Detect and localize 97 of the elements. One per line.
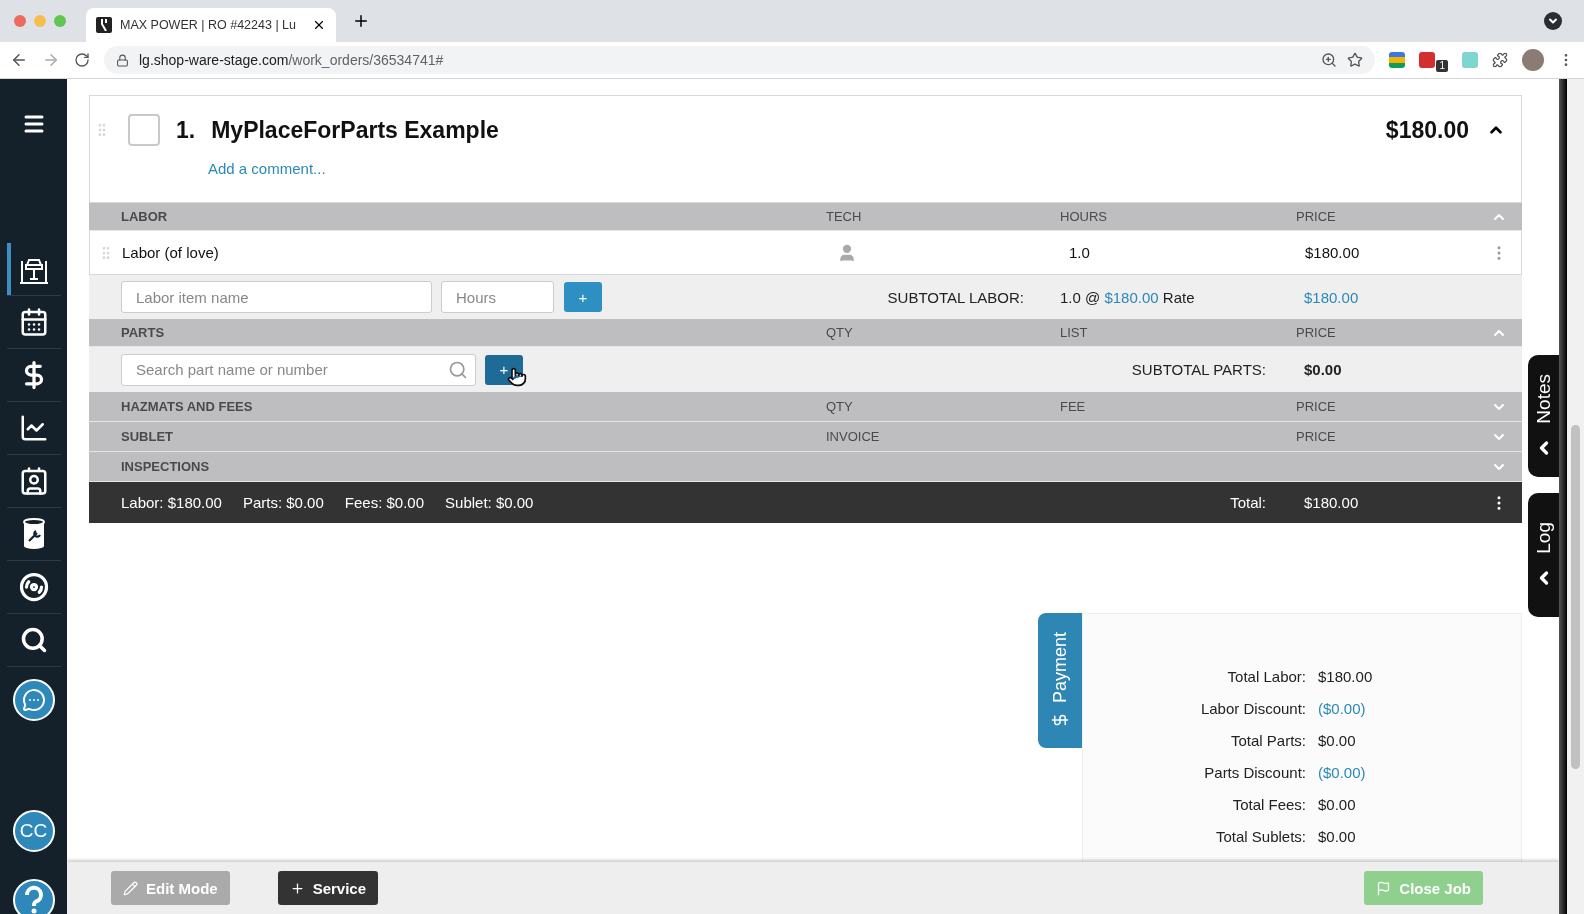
section-header[interactable]: SUBLET INVOICE PRICE bbox=[89, 422, 1522, 452]
rate-link[interactable]: $180.00 bbox=[1104, 288, 1159, 306]
add-service-button[interactable]: Service bbox=[277, 871, 379, 905]
payment-label: Parts Discount: bbox=[1203, 763, 1306, 781]
add-comment-link[interactable]: Add a comment... bbox=[208, 160, 326, 177]
hand-cursor-icon bbox=[507, 366, 527, 387]
subtotal-parts-label: SUBTOTAL PARTS: bbox=[1130, 361, 1267, 378]
labor-hours: 1.0 bbox=[1068, 244, 1091, 261]
section-header[interactable]: HAZMATS AND FEES QTY FEE PRICE bbox=[89, 392, 1522, 422]
close-window-dot[interactable] bbox=[14, 15, 26, 27]
side-panel-tab[interactable]: Notes bbox=[1528, 355, 1559, 477]
minimize-window-dot[interactable] bbox=[34, 15, 46, 27]
column-header: PRICE bbox=[1296, 209, 1337, 224]
side-panel-tab[interactable]: Log bbox=[1528, 493, 1559, 617]
search-icon bbox=[448, 359, 468, 380]
service-price: $180.00 bbox=[1385, 116, 1469, 144]
help-icon[interactable] bbox=[11, 878, 56, 914]
service-number: 1. bbox=[176, 116, 196, 144]
contact-card-icon bbox=[18, 466, 49, 496]
subtotal-parts-value: $0.00 bbox=[1303, 361, 1343, 378]
column-header: HOURS bbox=[1060, 209, 1108, 224]
total-item: Labor: $180.00 bbox=[121, 494, 222, 511]
tab-search-icon[interactable] bbox=[1544, 12, 1562, 30]
new-tab-icon[interactable] bbox=[352, 12, 370, 30]
total-label: Total: bbox=[1229, 494, 1267, 511]
section-title: PARTS bbox=[121, 325, 166, 340]
column-header: INVOICE bbox=[826, 429, 881, 444]
payment-label: Total Sublets: bbox=[1214, 827, 1306, 845]
add-labor-button[interactable]: + bbox=[564, 282, 602, 312]
column-header: PRICE bbox=[1296, 429, 1337, 444]
search-icon bbox=[19, 626, 48, 654]
service-checkbox[interactable] bbox=[128, 114, 160, 146]
payment-label: Labor Discount: bbox=[1199, 699, 1306, 717]
extensions-puzzle-icon[interactable] bbox=[1492, 52, 1508, 68]
payment-tab[interactable]: Payment bbox=[1038, 613, 1082, 748]
bookmark-star-icon[interactable] bbox=[1347, 52, 1364, 68]
sidebar-item[interactable] bbox=[6, 243, 61, 296]
labor-price: $180.00 bbox=[1304, 244, 1361, 261]
extension-icon[interactable] bbox=[1389, 52, 1406, 68]
payment-value: $180.00 bbox=[1318, 667, 1374, 685]
tire-icon bbox=[18, 572, 49, 602]
maximize-window-dot[interactable] bbox=[54, 15, 66, 27]
wrench-favicon-icon bbox=[96, 17, 112, 33]
scrollbar-thumb[interactable] bbox=[1571, 425, 1580, 769]
discount-link[interactable]: ($0.00) bbox=[1318, 699, 1521, 717]
payment-value: $0.00 bbox=[1318, 827, 1357, 845]
reload-icon[interactable] bbox=[74, 52, 90, 68]
column-header: FEE bbox=[1060, 399, 1087, 414]
section-header[interactable]: INSPECTIONS bbox=[89, 452, 1522, 482]
profile-avatar[interactable] bbox=[1522, 49, 1544, 71]
subtotal-labor-label: SUBTOTAL LABOR: bbox=[886, 288, 1025, 306]
section-title: LABOR bbox=[121, 209, 169, 224]
subtotal-labor-value: $180.00 bbox=[1303, 288, 1360, 306]
lock-icon bbox=[116, 53, 129, 67]
zoom-icon[interactable] bbox=[1321, 52, 1338, 68]
tab-title: MAX POWER | RO #42243 | Lu bbox=[120, 18, 297, 32]
section-title: SUBLET bbox=[121, 429, 174, 444]
column-header: QTY bbox=[826, 325, 854, 340]
discount-link[interactable]: ($0.00) bbox=[1318, 763, 1521, 781]
section-title: INSPECTIONS bbox=[121, 459, 211, 474]
section-header[interactable]: PARTS QTY LIST PRICE bbox=[89, 319, 1522, 347]
payment-label: Total Parts: bbox=[1229, 731, 1306, 749]
labor-name: Labor (of love) bbox=[122, 244, 220, 261]
labor-name-field[interactable]: Labor item name bbox=[121, 281, 432, 313]
hours-field[interactable]: Hours bbox=[441, 281, 554, 313]
close-tab-icon[interactable] bbox=[312, 18, 326, 32]
flag-icon bbox=[1376, 880, 1392, 896]
browser-tab[interactable]: MAX POWER | RO #42243 | Lu bbox=[86, 8, 336, 42]
service-title: MyPlaceForParts Example bbox=[211, 116, 499, 144]
address-bar[interactable]: lg.shop-ware-stage.com/work_orders/36534741# bbox=[104, 46, 1376, 74]
back-icon[interactable] bbox=[10, 51, 28, 69]
extension-icon[interactable] bbox=[1419, 52, 1436, 68]
column-header: LIST bbox=[1060, 325, 1089, 340]
wrench-can-icon bbox=[20, 518, 47, 550]
total-item: Fees: $0.00 bbox=[344, 494, 425, 511]
pencil-icon bbox=[123, 880, 138, 896]
column-header: PRICE bbox=[1296, 325, 1337, 340]
calendar-icon bbox=[18, 307, 49, 337]
column-header: PRICE bbox=[1296, 399, 1337, 414]
payment-label: Total Fees: bbox=[1231, 795, 1306, 813]
payment-label: Total Labor: bbox=[1226, 667, 1306, 685]
section-header[interactable]: LABOR TECH HOURS PRICE bbox=[89, 203, 1522, 231]
total-value: $180.00 bbox=[1303, 494, 1360, 511]
payment-value: $0.00 bbox=[1318, 731, 1357, 749]
total-item: Parts: $0.00 bbox=[242, 494, 324, 511]
payment-value: $0.00 bbox=[1318, 795, 1357, 813]
column-header: QTY bbox=[826, 399, 854, 414]
column-header: TECH bbox=[826, 209, 863, 224]
user-avatar[interactable]: CC bbox=[12, 810, 55, 852]
url-text: lg.shop-ware-stage.com/work_orders/36534741# bbox=[139, 52, 444, 68]
labor-rate-text: 1.0 @ $180.00 Rate bbox=[1060, 288, 1196, 306]
part-search-field[interactable]: Search part name or number bbox=[121, 353, 476, 386]
plus-icon bbox=[289, 880, 305, 896]
total-item: Sublet: $0.00 bbox=[445, 494, 534, 511]
extension-badge: 1 bbox=[1436, 60, 1448, 72]
chat-icon[interactable] bbox=[12, 678, 55, 721]
section-title: HAZMATS AND FEES bbox=[121, 399, 254, 414]
